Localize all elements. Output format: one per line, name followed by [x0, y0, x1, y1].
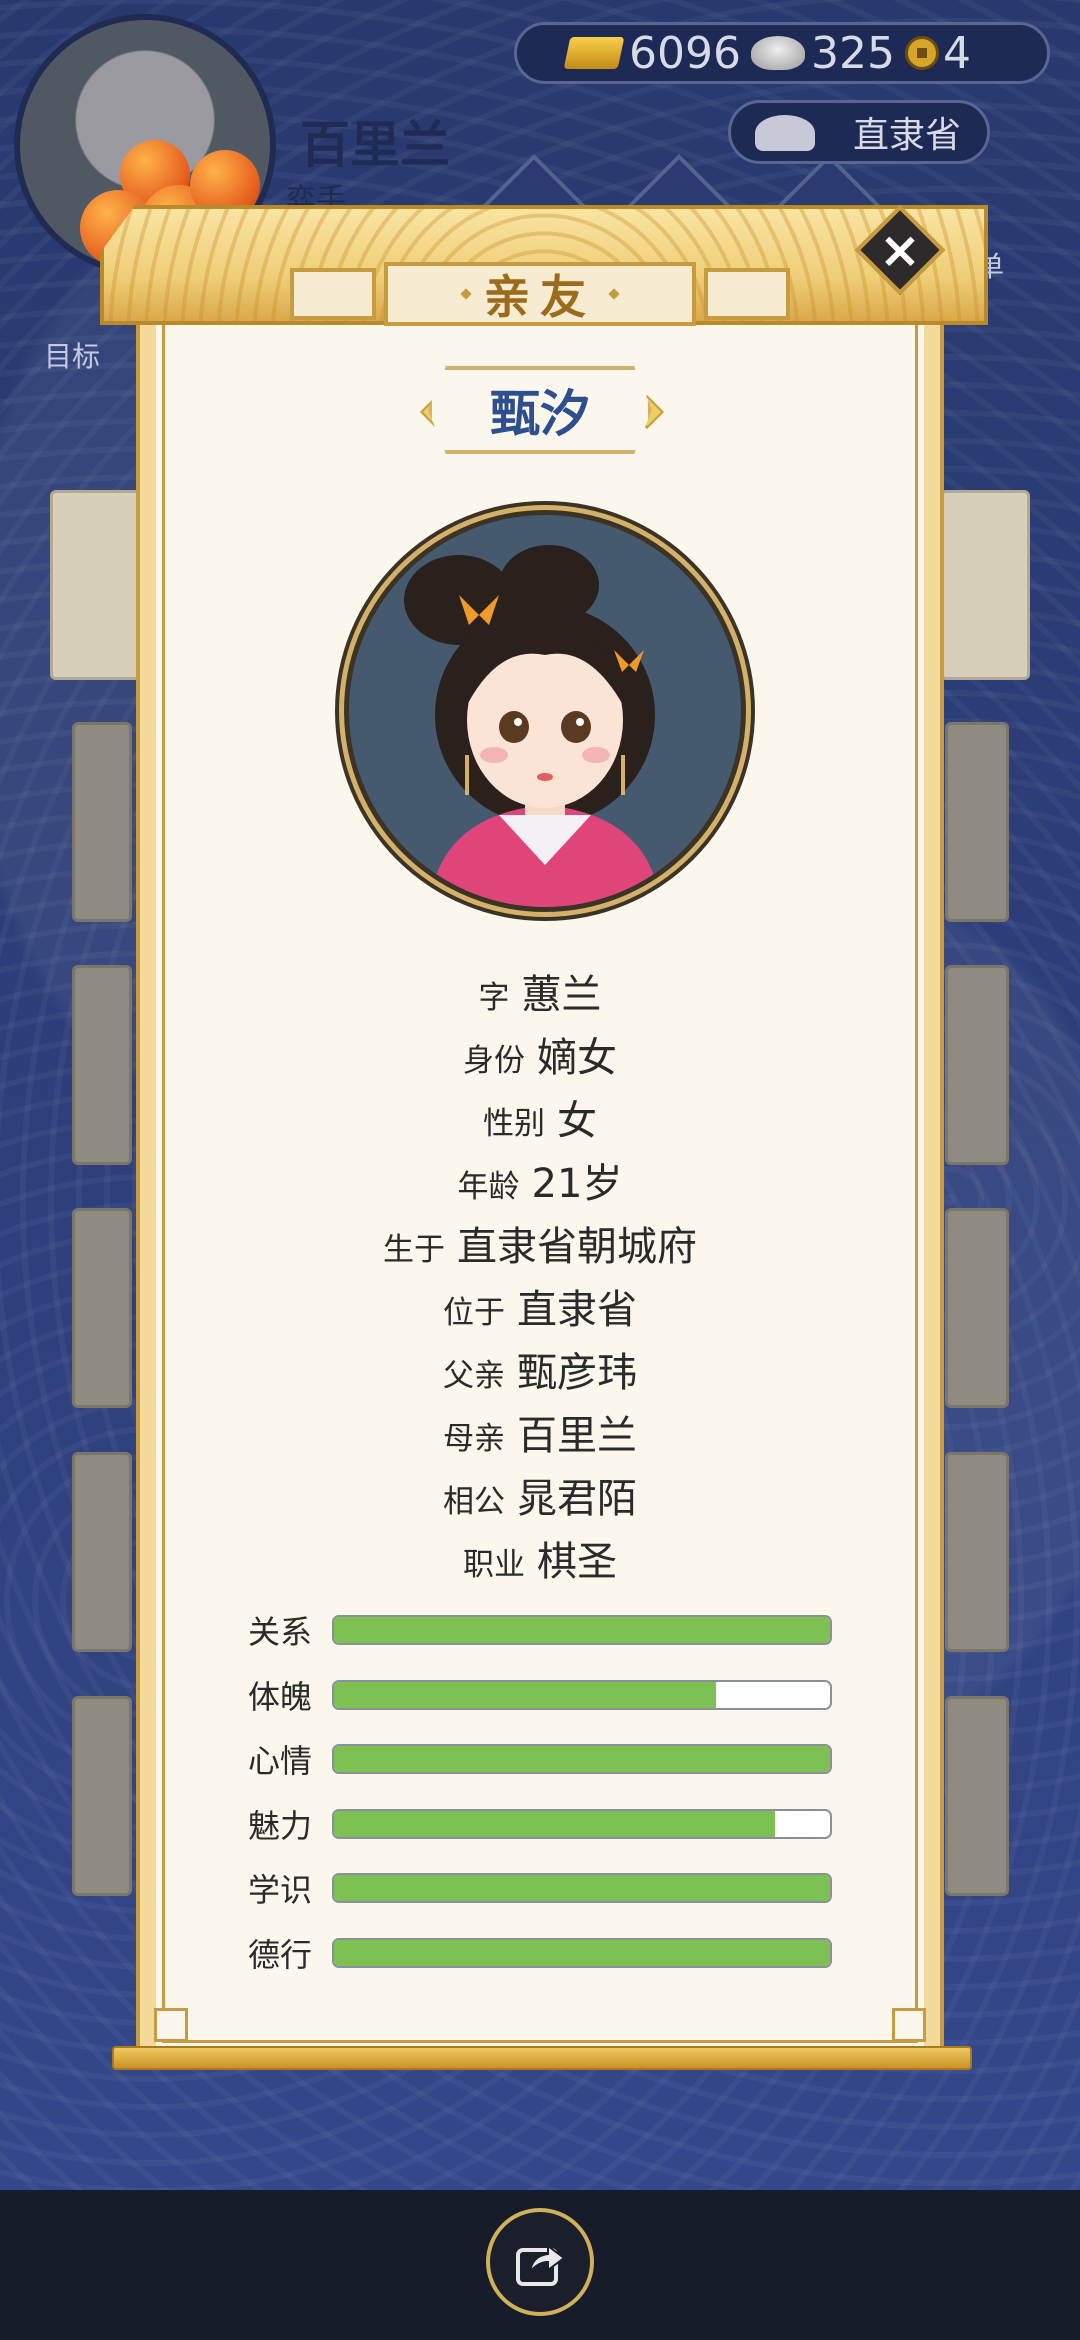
stat-label: 关系 [248, 1613, 313, 1652]
header-ornament [290, 268, 376, 320]
character-stats: 关系体魄心情魅力学识德行 [248, 1598, 848, 1985]
info-value: 女 [557, 1098, 597, 1144]
stat-bar [332, 1808, 832, 1839]
stat-row: 心情 [248, 1727, 848, 1792]
location-label: 直隶省 [852, 115, 961, 156]
player-name: 百里兰 [300, 115, 450, 174]
stat-row: 体魄 [248, 1663, 848, 1728]
bg-card [50, 490, 150, 680]
location-button[interactable]: 直隶省 [728, 100, 990, 164]
info-row: 父亲 甄彦玮 [0, 1340, 1080, 1403]
info-key: 母亲 [443, 1421, 505, 1457]
info-row: 母亲 百里兰 [0, 1403, 1080, 1466]
info-key: 字 [478, 980, 510, 1016]
share-button[interactable] [486, 2208, 594, 2316]
bg-card [945, 1696, 1009, 1896]
stat-bar-fill [334, 1810, 776, 1837]
info-value: 百里兰 [517, 1413, 637, 1459]
stat-bar [332, 1937, 832, 1968]
goal-button[interactable]: 目标 [44, 335, 100, 375]
stat-label: 心情 [248, 1742, 313, 1781]
info-key: 身份 [463, 1043, 525, 1079]
gold-count: 6096 [629, 27, 741, 79]
stat-label: 德行 [248, 1935, 313, 1974]
stat-bar-fill [334, 1746, 830, 1773]
stat-row: 魅力 [248, 1792, 848, 1857]
stat-bar-fill [334, 1681, 716, 1708]
stat-bar-fill [334, 1939, 830, 1966]
coin-icon [904, 36, 939, 70]
info-key: 父亲 [443, 1358, 505, 1394]
info-key: 生于 [383, 1232, 445, 1268]
scroll-roller-bottom [112, 2046, 972, 2070]
dialog-title: 亲友 [384, 262, 696, 326]
character-name: 甄汐 [428, 366, 652, 454]
gold-icon [563, 37, 625, 69]
info-value: 甄彦玮 [517, 1350, 637, 1396]
coin-count: 4 [942, 27, 971, 79]
bg-card [945, 722, 1009, 922]
info-row: 字蕙兰 [0, 962, 1080, 1025]
info-key: 相公 [443, 1484, 505, 1520]
info-key: 位于 [443, 1295, 505, 1331]
stat-bar [332, 1873, 832, 1904]
character-info-list: 字蕙兰 身份 嫡女 性别女年龄 21岁 生于 直隶省朝城府 位于 直隶省 父亲 甄彦玮 母亲 百里兰 相公… [0, 962, 1080, 1592]
stat-label: 魅力 [248, 1806, 313, 1845]
info-row: 职业 棋圣 [0, 1529, 1080, 1592]
info-row: 身份 嫡女 [0, 1025, 1080, 1088]
corner-ornament [154, 2008, 188, 2042]
currency-bar: 6096 325 4 [514, 22, 1050, 84]
stat-bar [332, 1679, 832, 1710]
info-row: 性别女 [0, 1088, 1080, 1151]
info-value: 蕙兰 [521, 972, 602, 1018]
bg-card [72, 722, 132, 922]
hat-icon [755, 115, 815, 151]
info-value: 晁君陌 [517, 1476, 637, 1522]
stat-row: 关系 [248, 1598, 848, 1663]
info-row: 生于 直隶省朝城府 [0, 1214, 1080, 1277]
stat-bar-fill [334, 1617, 830, 1644]
silver-icon [750, 36, 805, 70]
stat-label: 学识 [248, 1871, 313, 1910]
close-icon[interactable]: × [868, 218, 932, 282]
share-icon [516, 2244, 566, 2286]
stat-bar [332, 1744, 832, 1775]
header-ornament [704, 268, 790, 320]
info-key: 年龄 [457, 1169, 520, 1205]
silver-count: 325 [810, 27, 895, 79]
info-key: 性别 [483, 1106, 545, 1142]
stat-label: 体魄 [248, 1677, 313, 1716]
stat-bar [332, 1615, 832, 1646]
info-value: 21岁 [531, 1161, 623, 1207]
stat-row: 德行 [248, 1921, 848, 1986]
info-value: 直隶省朝城府 [457, 1224, 697, 1270]
info-key: 职业 [463, 1547, 525, 1583]
bg-card [72, 1696, 132, 1896]
info-row: 年龄 21岁 [0, 1151, 1080, 1214]
corner-ornament [892, 2008, 926, 2042]
bg-card [940, 490, 1030, 680]
stat-row: 学识 [248, 1856, 848, 1921]
info-row: 位于 直隶省 [0, 1277, 1080, 1340]
character-portrait [344, 510, 746, 912]
stat-bar-fill [334, 1875, 830, 1902]
info-value: 嫡女 [537, 1035, 617, 1081]
info-value: 直隶省 [517, 1287, 637, 1333]
info-value: 棋圣 [537, 1539, 617, 1585]
info-row: 相公 晁君陌 [0, 1466, 1080, 1529]
